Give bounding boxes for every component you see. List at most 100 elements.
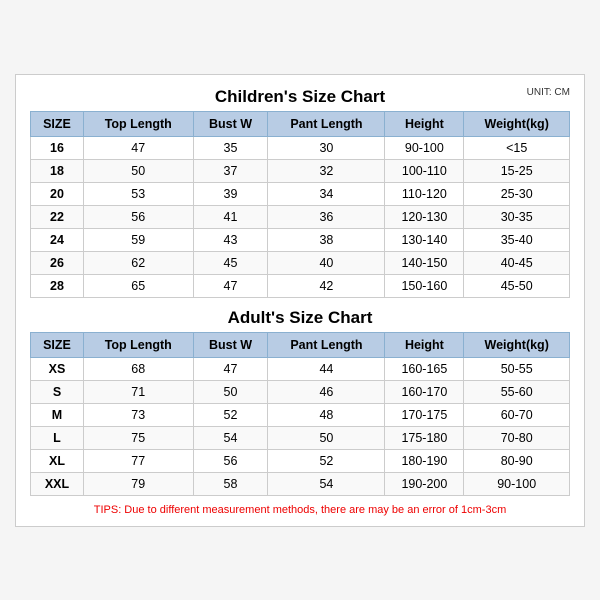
table-cell: 50 xyxy=(268,426,385,449)
children-title-text: Children's Size Chart xyxy=(215,87,385,106)
table-cell: 160-170 xyxy=(385,380,464,403)
table-cell: 59 xyxy=(83,228,193,251)
table-row: 28654742150-16045-50 xyxy=(31,274,570,297)
children-table: SIZE Top Length Bust W Pant Length Heigh… xyxy=(30,111,570,298)
table-cell: 37 xyxy=(193,159,268,182)
table-cell: 35-40 xyxy=(464,228,570,251)
children-title: Children's Size Chart UNIT: CM xyxy=(30,87,570,107)
table-row: M735248170-17560-70 xyxy=(31,403,570,426)
table-cell: 77 xyxy=(83,449,193,472)
table-cell: 50-55 xyxy=(464,357,570,380)
table-row: XS684744160-16550-55 xyxy=(31,357,570,380)
col-header-height: Height xyxy=(385,111,464,136)
adult-col-header-height: Height xyxy=(385,332,464,357)
table-cell: 160-165 xyxy=(385,357,464,380)
table-cell: 100-110 xyxy=(385,159,464,182)
table-cell: 40-45 xyxy=(464,251,570,274)
table-cell: 110-120 xyxy=(385,182,464,205)
table-cell: 90-100 xyxy=(464,472,570,495)
table-cell: XS xyxy=(31,357,84,380)
adult-col-header-size: SIZE xyxy=(31,332,84,357)
tips-text: TIPS: Due to different measurement metho… xyxy=(30,504,570,516)
adult-col-header-top-length: Top Length xyxy=(83,332,193,357)
table-cell: M xyxy=(31,403,84,426)
table-row: L755450175-18070-80 xyxy=(31,426,570,449)
table-cell: 55-60 xyxy=(464,380,570,403)
table-cell: 52 xyxy=(193,403,268,426)
table-row: 22564136120-13030-35 xyxy=(31,205,570,228)
col-header-weight: Weight(kg) xyxy=(464,111,570,136)
unit-label: UNIT: CM xyxy=(527,87,570,98)
table-row: 1647353090-100<15 xyxy=(31,136,570,159)
adult-col-header-bust-w: Bust W xyxy=(193,332,268,357)
table-row: S715046160-17055-60 xyxy=(31,380,570,403)
adult-table: SIZE Top Length Bust W Pant Length Heigh… xyxy=(30,332,570,496)
table-cell: 40 xyxy=(268,251,385,274)
adult-title-text: Adult's Size Chart xyxy=(228,308,373,327)
table-cell: 24 xyxy=(31,228,84,251)
table-cell: 80-90 xyxy=(464,449,570,472)
table-cell: 42 xyxy=(268,274,385,297)
table-cell: 53 xyxy=(83,182,193,205)
table-cell: 35 xyxy=(193,136,268,159)
adult-col-header-pant-length: Pant Length xyxy=(268,332,385,357)
table-cell: 18 xyxy=(31,159,84,182)
table-cell: S xyxy=(31,380,84,403)
table-cell: 44 xyxy=(268,357,385,380)
table-cell: 34 xyxy=(268,182,385,205)
table-cell: 15-25 xyxy=(464,159,570,182)
table-cell: 20 xyxy=(31,182,84,205)
adult-col-header-weight: Weight(kg) xyxy=(464,332,570,357)
chart-container: Children's Size Chart UNIT: CM SIZE Top … xyxy=(15,74,585,527)
table-cell: 47 xyxy=(193,274,268,297)
table-row: 26624540140-15040-45 xyxy=(31,251,570,274)
table-cell: XXL xyxy=(31,472,84,495)
table-cell: 73 xyxy=(83,403,193,426)
table-cell: 180-190 xyxy=(385,449,464,472)
table-cell: 43 xyxy=(193,228,268,251)
table-row: 20533934110-12025-30 xyxy=(31,182,570,205)
table-cell: 170-175 xyxy=(385,403,464,426)
table-cell: 130-140 xyxy=(385,228,464,251)
table-cell: L xyxy=(31,426,84,449)
table-cell: 30-35 xyxy=(464,205,570,228)
table-cell: 45-50 xyxy=(464,274,570,297)
table-cell: 47 xyxy=(83,136,193,159)
adult-title: Adult's Size Chart xyxy=(30,308,570,328)
table-cell: 150-160 xyxy=(385,274,464,297)
table-cell: 38 xyxy=(268,228,385,251)
col-header-top-length: Top Length xyxy=(83,111,193,136)
table-cell: 45 xyxy=(193,251,268,274)
table-cell: 54 xyxy=(268,472,385,495)
col-header-bust-w: Bust W xyxy=(193,111,268,136)
table-cell: 39 xyxy=(193,182,268,205)
table-cell: 60-70 xyxy=(464,403,570,426)
table-cell: 22 xyxy=(31,205,84,228)
table-cell: 71 xyxy=(83,380,193,403)
table-cell: 90-100 xyxy=(385,136,464,159)
table-cell: 54 xyxy=(193,426,268,449)
table-cell: 50 xyxy=(83,159,193,182)
table-row: XL775652180-19080-90 xyxy=(31,449,570,472)
table-cell: 75 xyxy=(83,426,193,449)
table-cell: 175-180 xyxy=(385,426,464,449)
table-cell: 120-130 xyxy=(385,205,464,228)
table-cell: 52 xyxy=(268,449,385,472)
table-cell: 140-150 xyxy=(385,251,464,274)
table-cell: 30 xyxy=(268,136,385,159)
table-cell: 16 xyxy=(31,136,84,159)
table-cell: 79 xyxy=(83,472,193,495)
table-cell: 58 xyxy=(193,472,268,495)
table-cell: 26 xyxy=(31,251,84,274)
table-cell: 28 xyxy=(31,274,84,297)
table-cell: 48 xyxy=(268,403,385,426)
children-header-row: SIZE Top Length Bust W Pant Length Heigh… xyxy=(31,111,570,136)
table-cell: 47 xyxy=(193,357,268,380)
table-cell: <15 xyxy=(464,136,570,159)
table-cell: 46 xyxy=(268,380,385,403)
table-cell: 50 xyxy=(193,380,268,403)
table-cell: 36 xyxy=(268,205,385,228)
table-row: 24594338130-14035-40 xyxy=(31,228,570,251)
table-row: 18503732100-11015-25 xyxy=(31,159,570,182)
table-cell: 56 xyxy=(193,449,268,472)
